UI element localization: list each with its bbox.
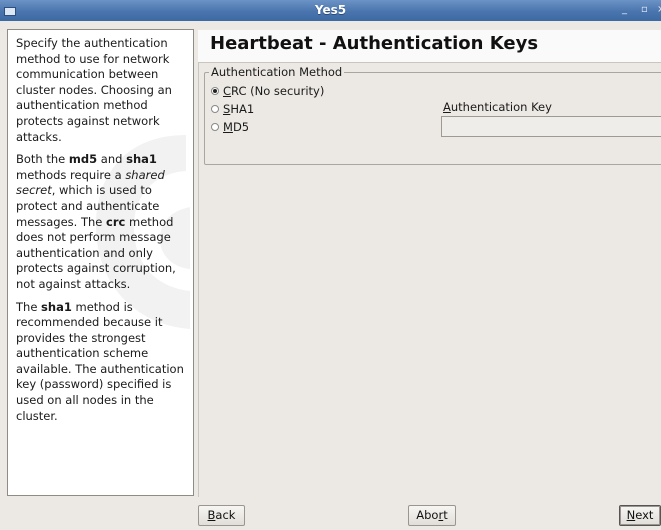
help-panel: Specify the authentication method to use…	[7, 29, 194, 496]
help-text: The	[16, 299, 42, 314]
help-text: methods require a	[16, 167, 126, 182]
help-term-sha1: sha1	[126, 152, 157, 167]
radio-crc-label: CRC (No security)	[223, 84, 324, 98]
auth-method-group: Authentication Method CRC (No security) …	[204, 65, 661, 165]
label-text: RC (No security)	[231, 84, 325, 98]
help-term-crc: crc	[106, 214, 126, 229]
back-button[interactable]: Back	[198, 505, 245, 526]
radio-crc[interactable]: CRC (No security)	[211, 84, 324, 98]
main-content: Authentication Method CRC (No security) …	[198, 63, 661, 497]
label-text: t	[443, 508, 448, 522]
help-text: method is recommended because it provide…	[16, 299, 184, 423]
help-text: and	[97, 152, 127, 167]
radio-unchecked-icon[interactable]	[211, 105, 219, 113]
mnemonic: C	[223, 84, 232, 98]
next-button[interactable]: Next	[619, 505, 661, 526]
minimize-icon[interactable]: _	[622, 4, 627, 15]
auth-key-label: Authentication Key	[443, 100, 552, 114]
help-paragraph-3: The sha1 method is recommended because i…	[16, 300, 187, 425]
window-title: Yes5	[314, 3, 347, 17]
radio-unchecked-icon[interactable]	[211, 123, 219, 131]
label-text: HA1	[230, 102, 255, 116]
mnemonic: M	[223, 120, 233, 134]
label-text: Abo	[416, 508, 439, 522]
label-text: uthentication Key	[450, 100, 552, 114]
help-text: Both the	[16, 152, 69, 167]
mnemonic: A	[443, 100, 451, 114]
abort-button[interactable]: Abort	[408, 505, 456, 526]
radio-md5-label: MD5	[223, 120, 249, 134]
help-paragraph-1: Specify the authentication method to use…	[16, 36, 172, 144]
radio-sha1-label: SHA1	[223, 102, 254, 116]
help-term-md5: md5	[68, 152, 98, 167]
page-title: Heartbeat - Authentication Keys	[210, 33, 539, 54]
mnemonic: N	[626, 508, 636, 522]
help-term-sha1: sha1	[41, 299, 72, 314]
page-header: Heartbeat - Authentication Keys	[198, 30, 661, 63]
help-paragraph-2: Both the md5 and sha1 methods require a …	[16, 152, 187, 292]
label-text: D5	[232, 120, 250, 134]
radio-checked-icon[interactable]	[211, 87, 219, 95]
radio-sha1[interactable]: SHA1	[211, 102, 254, 116]
auth-key-input[interactable]	[441, 116, 661, 137]
title-bar[interactable]: Yes5 _ ▫ ×	[0, 0, 661, 21]
maximize-icon[interactable]: ▫	[641, 4, 648, 15]
radio-md5[interactable]: MD5	[211, 120, 249, 134]
close-icon[interactable]: ×	[657, 4, 661, 15]
label-text: ext	[635, 508, 654, 522]
label-text: ack	[215, 508, 236, 522]
auth-method-group-label: Authentication Method	[209, 65, 345, 79]
